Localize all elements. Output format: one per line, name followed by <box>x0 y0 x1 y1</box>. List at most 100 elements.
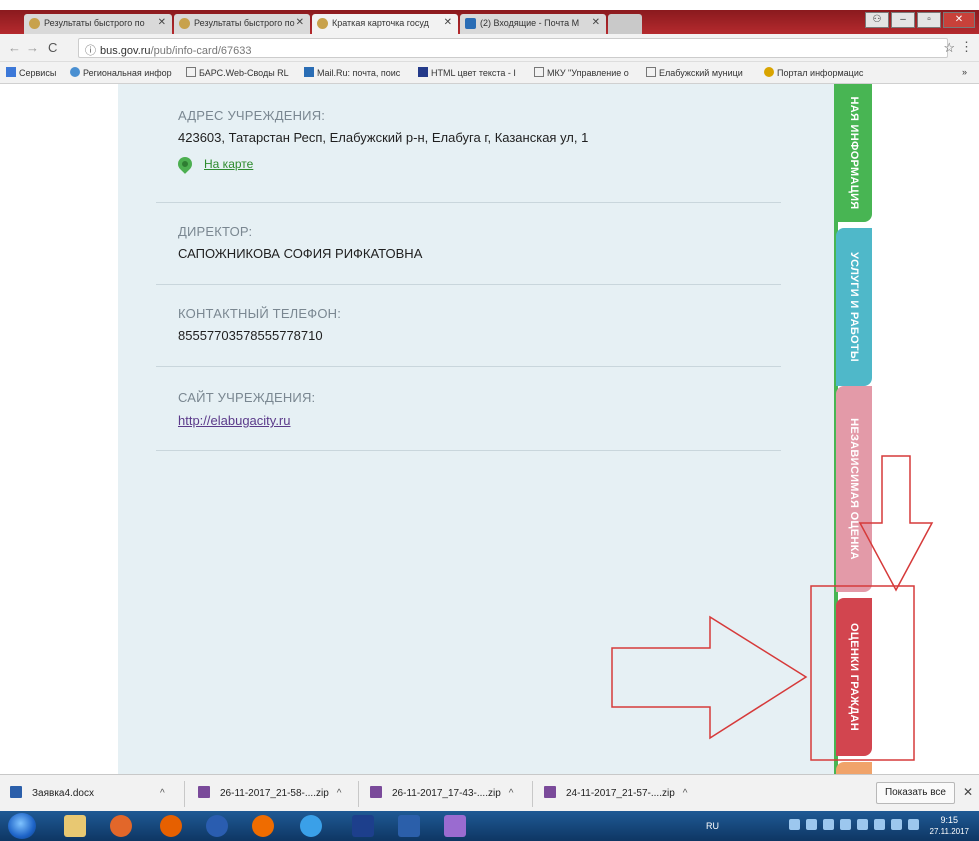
download-item[interactable]: 24-11-2017_21-57-....zip ^ <box>544 786 687 799</box>
address-value: 423603, Татарстан Респ, Елабужский р-н, … <box>178 130 589 145</box>
media-player-icon[interactable] <box>110 815 132 837</box>
html-icon <box>418 67 428 77</box>
chevron-up-icon[interactable]: ^ <box>160 788 165 799</box>
side-tab-partial[interactable] <box>836 762 872 774</box>
minimize-button[interactable]: – <box>891 12 915 28</box>
tray-icon[interactable] <box>840 819 851 830</box>
reload-icon[interactable]: C <box>48 40 57 55</box>
address-label: АДРЕС УЧРЕЖДЕНИЯ: <box>178 108 326 123</box>
download-item[interactable]: 26-11-2017_17-43-....zip ^ <box>370 786 513 799</box>
maximize-button[interactable]: ▫ <box>917 12 941 28</box>
bookmark-services[interactable]: Сервисы <box>6 67 64 78</box>
bookmark-label: МКУ "Управление о <box>547 68 629 78</box>
bookmark-label: Портал информацис <box>777 68 864 78</box>
language-indicator[interactable]: RU <box>706 821 719 831</box>
download-item[interactable]: 26-11-2017_21-58-....zip ^ <box>198 786 341 799</box>
portal-icon <box>764 67 774 77</box>
chrome-icon[interactable] <box>252 815 274 837</box>
show-all-button[interactable]: Показать все <box>875 782 955 804</box>
close-downloads-icon[interactable]: ✕ <box>963 785 973 799</box>
tray-icon[interactable] <box>806 819 817 830</box>
paint-icon[interactable] <box>444 815 466 837</box>
close-tab-icon[interactable]: ✕ <box>296 17 304 28</box>
site-field: САЙТ УЧРЕЖДЕНИЯ: http://elabugacity.ru <box>178 390 315 430</box>
bookmark-5[interactable]: HTML цвет текста - I <box>418 67 526 78</box>
tab-label: Краткая карточка госуд <box>332 18 429 28</box>
save-disk-icon[interactable] <box>352 815 374 837</box>
volume-icon[interactable] <box>908 819 919 830</box>
map-link[interactable]: На карте <box>204 157 253 171</box>
chevron-up-icon[interactable]: ^ <box>337 788 342 799</box>
phone-field: КОНТАКТНЫЙ ТЕЛЕФОН: 85557703578555778710 <box>178 306 341 343</box>
page-icon <box>646 67 656 77</box>
tray-icon[interactable] <box>891 819 902 830</box>
tray-icon[interactable] <box>874 819 885 830</box>
bookmark-star-icon[interactable]: ☆ <box>943 40 955 56</box>
url-path: /pub/info-card/67633 <box>150 45 252 57</box>
mail-icon <box>304 67 314 77</box>
side-tab-services[interactable]: УСЛУГИ И РАБОТЫ <box>836 228 872 386</box>
chevron-up-icon[interactable]: ^ <box>683 788 688 799</box>
browser-tab-bar: Результаты быстрого по ✕ Результаты быст… <box>0 10 979 34</box>
download-item[interactable]: Заявка4.docx ^ <box>10 786 165 799</box>
side-tab-label: НАЯ ИНФОРМАЦИЯ <box>848 96 860 210</box>
bookmark-3[interactable]: БАРС.Web-Своды RL <box>186 67 296 78</box>
tray-icons <box>789 819 919 830</box>
side-tab-label: УСЛУГИ И РАБОТЫ <box>848 252 860 362</box>
bookmark-6[interactable]: МКУ "Управление о <box>534 67 640 78</box>
tray-icon[interactable] <box>823 819 834 830</box>
divider <box>532 781 533 807</box>
tab-label: (2) Входящие - Почта М <box>480 18 580 28</box>
browser-tab-2[interactable]: Результаты быстрого по ✕ <box>174 14 310 34</box>
bookmark-4[interactable]: Mail.Ru: почта, поис <box>304 67 410 78</box>
archive-icon <box>544 786 556 798</box>
clock[interactable]: 9:15 27.11.2017 <box>930 814 969 838</box>
firefox-icon[interactable] <box>160 815 182 837</box>
bookmark-8[interactable]: Портал информацис <box>764 67 874 78</box>
bookmarks-more[interactable]: » <box>962 67 967 77</box>
side-tab-label: ОЦЕНКИ ГРАЖДАН <box>848 623 860 731</box>
bookmark-2[interactable]: Региональная инфор <box>70 67 180 78</box>
side-tab-independent-rating[interactable]: НЕЗАВИСИМАЯ ОЦЕНКА <box>836 386 872 592</box>
browser-tab-active[interactable]: Краткая карточка госуд ✕ <box>312 14 458 34</box>
close-tab-icon[interactable]: ✕ <box>592 17 600 28</box>
address-field: АДРЕС УЧРЕЖДЕНИЯ: 423603, Татарстан Респ… <box>175 108 589 174</box>
forward-icon[interactable]: → <box>26 40 39 55</box>
browser-tab-4[interactable]: (2) Входящие - Почта М ✕ <box>460 14 606 34</box>
divider <box>156 366 781 367</box>
divider <box>156 450 781 451</box>
side-tab-citizen-ratings[interactable]: ОЦЕНКИ ГРАЖДАН <box>836 598 872 756</box>
explorer-icon[interactable] <box>64 815 86 837</box>
back-icon[interactable]: ← <box>8 40 21 55</box>
start-button[interactable] <box>8 813 36 839</box>
emblem-icon <box>179 18 190 29</box>
word-icon[interactable] <box>398 815 420 837</box>
new-tab-button[interactable] <box>608 14 642 34</box>
bookmarks-bar: Сервисы Региональная инфор БАРС.Web-Свод… <box>0 62 979 84</box>
close-window-button[interactable]: ✕ <box>943 12 975 28</box>
side-tab-general-info[interactable]: НАЯ ИНФОРМАЦИЯ <box>836 84 872 222</box>
site-label: САЙТ УЧРЕЖДЕНИЯ: <box>178 390 316 405</box>
ie-icon[interactable] <box>300 815 322 837</box>
document-background-strip <box>0 0 979 10</box>
user-icon[interactable]: ⚇ <box>865 12 889 28</box>
info-icon[interactable]: ⓘ <box>85 45 96 57</box>
menu-icon[interactable]: ⋮ <box>960 39 973 55</box>
url-input[interactable]: ⓘ bus.gov.ru/pub/info-card/67633 <box>78 38 948 58</box>
tray-icon[interactable] <box>789 819 800 830</box>
site-link[interactable]: http://elabugacity.ru <box>178 413 291 428</box>
archive-icon <box>198 786 210 798</box>
apps-icon <box>6 67 16 77</box>
close-tab-icon[interactable]: ✕ <box>444 17 452 28</box>
clock-date: 27.11.2017 <box>929 827 969 836</box>
browser-icon[interactable] <box>206 815 228 837</box>
phone-label: КОНТАКТНЫЙ ТЕЛЕФОН: <box>178 306 342 321</box>
archive-icon <box>370 786 382 798</box>
page-icon <box>534 67 544 77</box>
chevron-up-icon[interactable]: ^ <box>509 788 514 799</box>
tray-icon[interactable] <box>857 819 868 830</box>
divider <box>156 202 781 203</box>
bookmark-7[interactable]: Елабужский муници <box>646 67 756 78</box>
browser-tab-1[interactable]: Результаты быстрого по ✕ <box>24 14 172 34</box>
close-tab-icon[interactable]: ✕ <box>158 17 166 28</box>
